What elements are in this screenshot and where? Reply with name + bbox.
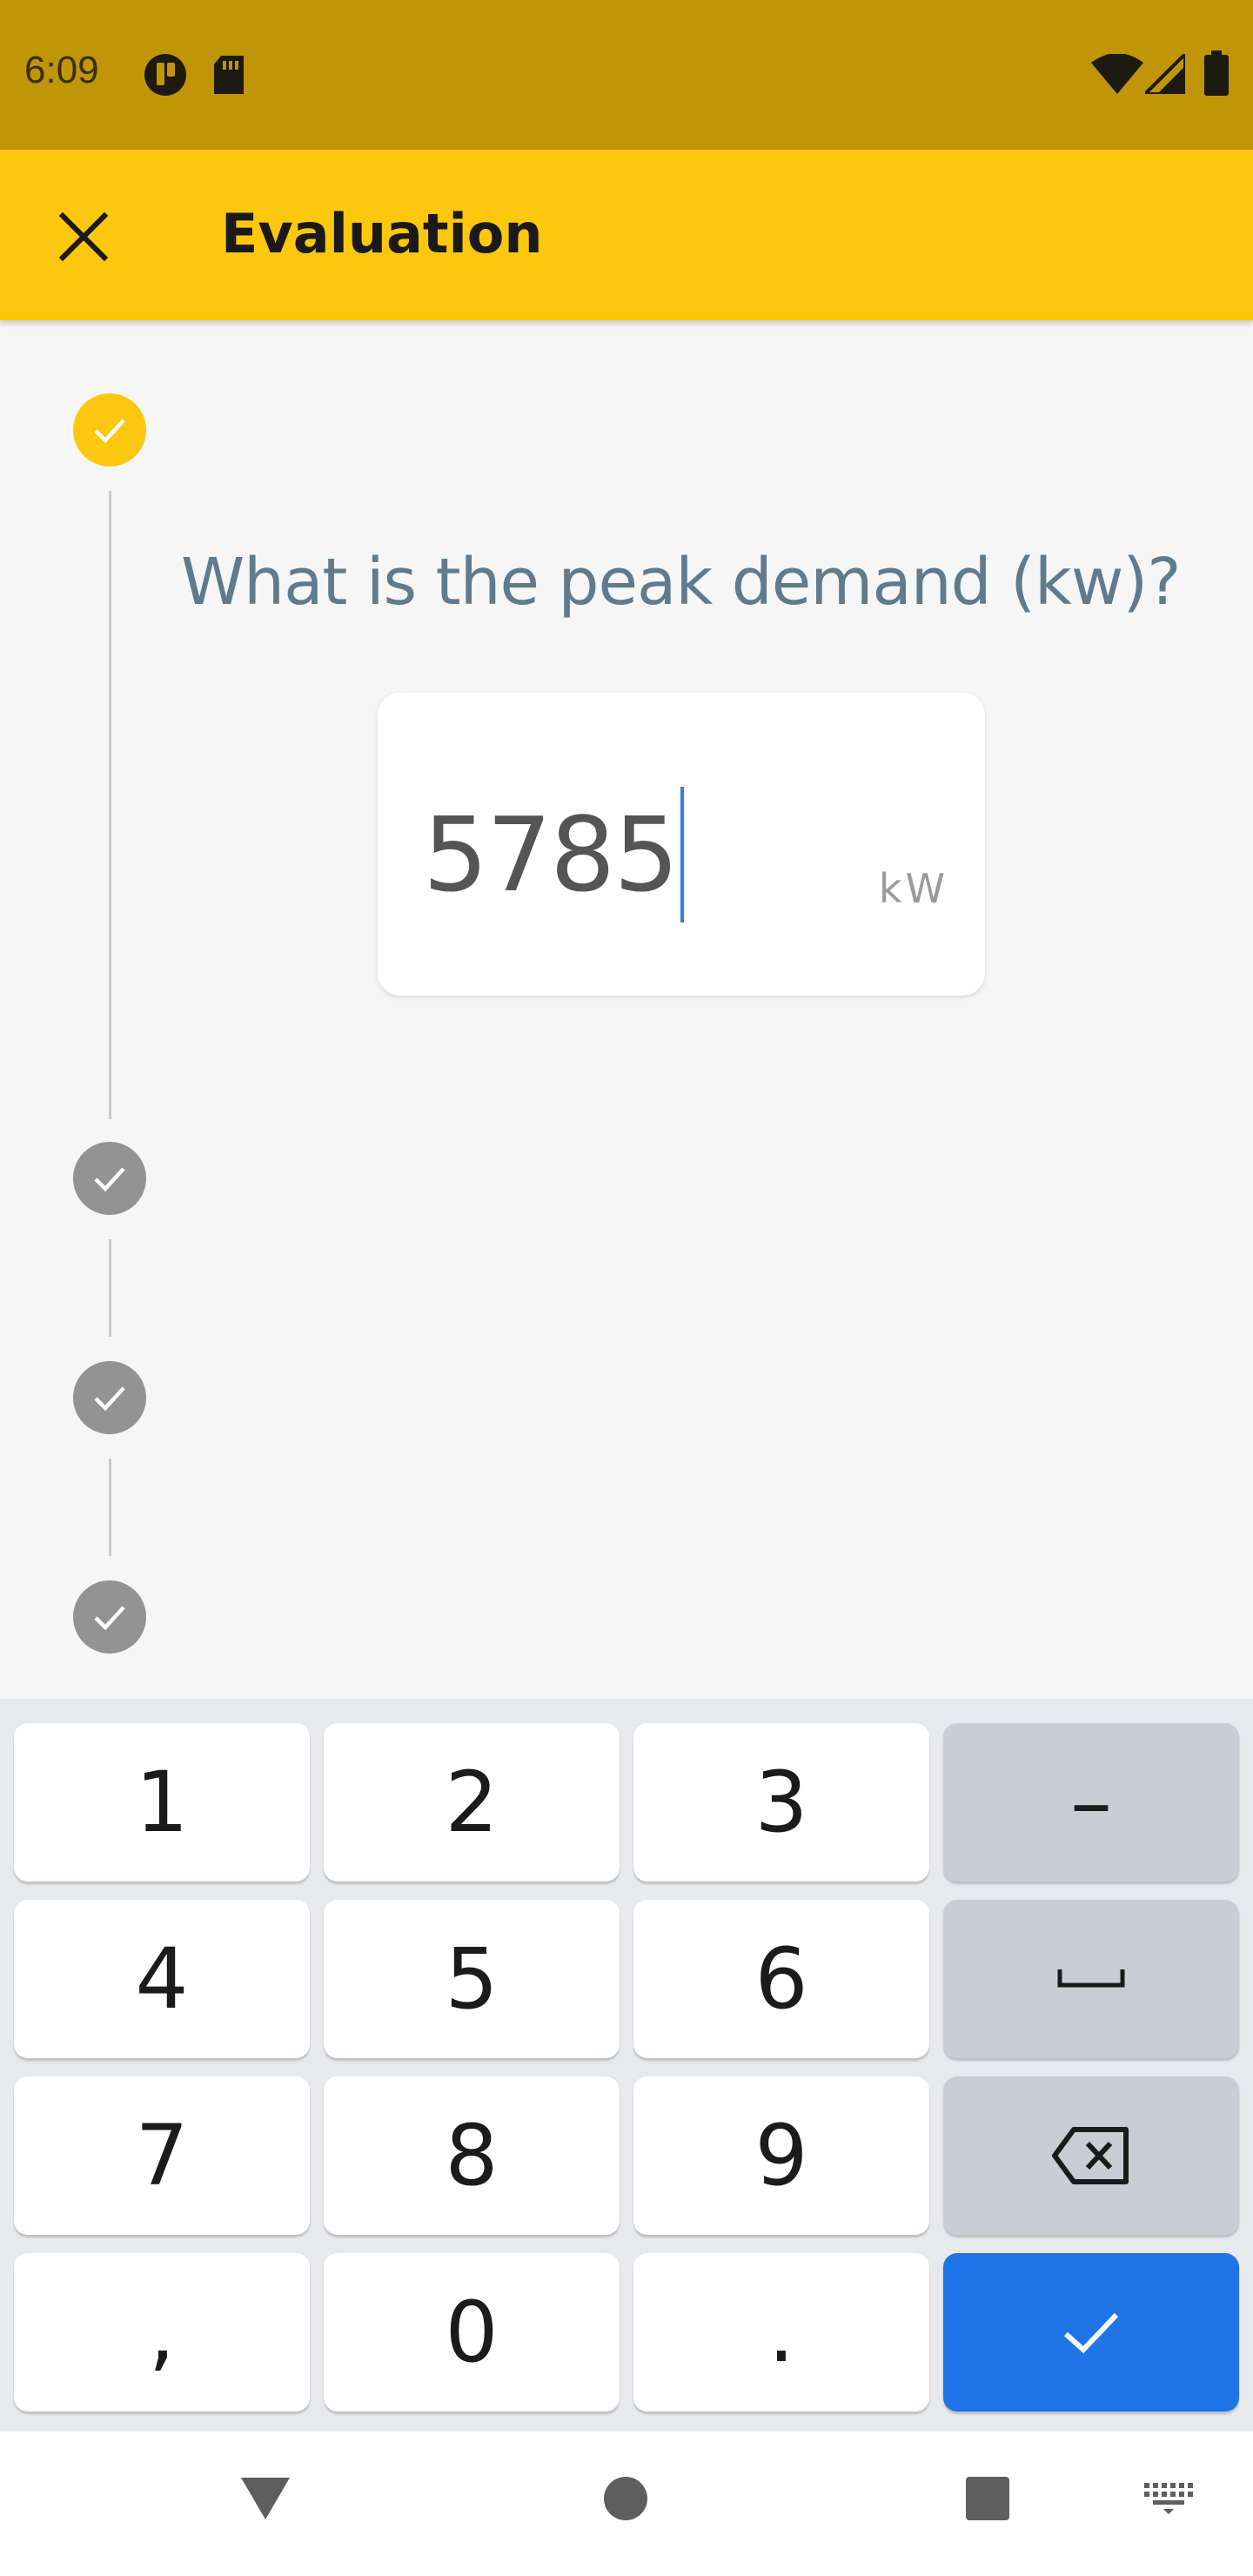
key-comma[interactable]: , — [14, 2253, 310, 2412]
unit-label: kW — [878, 865, 948, 912]
notification-app-icon — [143, 52, 188, 101]
battery-icon — [1204, 50, 1229, 99]
recents-button[interactable] — [950, 2461, 1025, 2536]
key-1[interactable]: 1 — [14, 1723, 310, 1882]
sd-card-icon — [211, 54, 247, 99]
backspace-key[interactable] — [943, 2076, 1239, 2235]
key-9[interactable]: 9 — [633, 2076, 929, 2235]
key-dash[interactable]: – — [943, 1723, 1239, 1882]
key-period[interactable]: . — [633, 2253, 929, 2412]
step-connector — [109, 491, 111, 1119]
key-6[interactable]: 6 — [633, 1900, 929, 2058]
key-2[interactable]: 2 — [324, 1723, 620, 1882]
status-bar: 6:09 — [0, 0, 1253, 150]
home-button[interactable] — [588, 2461, 663, 2536]
key-8[interactable]: 8 — [324, 2076, 620, 2235]
step-1-indicator[interactable] — [73, 393, 146, 466]
status-time: 6:09 — [24, 49, 99, 91]
home-icon — [604, 2477, 647, 2520]
text-caret — [680, 787, 685, 922]
peak-demand-input[interactable]: 5785 kW — [378, 693, 985, 996]
check-icon — [94, 1167, 125, 1192]
step-2-indicator[interactable] — [73, 1142, 146, 1215]
key-4[interactable]: 4 — [14, 1900, 310, 2058]
key-0[interactable]: 0 — [324, 2253, 620, 2412]
done-key[interactable] — [943, 2253, 1239, 2412]
input-value[interactable]: 5785 — [423, 795, 679, 915]
check-icon — [94, 1386, 125, 1412]
numeric-keyboard: 1 2 3 – 4 5 6 7 8 9 , 0 . — [0, 1699, 1253, 2432]
backspace-icon — [1052, 2127, 1129, 2184]
signal-icon — [1141, 50, 1187, 97]
recents-icon — [966, 2477, 1009, 2520]
system-nav-bar — [0, 2432, 1253, 2576]
check-icon — [1063, 2312, 1119, 2354]
keyboard-switch-button[interactable] — [1131, 2470, 1206, 2527]
check-icon — [94, 1606, 125, 1631]
step-connector — [109, 1239, 111, 1337]
space-key[interactable] — [943, 1900, 1239, 2058]
check-icon — [94, 419, 125, 444]
question-text: What is the peak demand (kw)? — [181, 545, 1182, 620]
page-title: Evaluation — [221, 202, 543, 265]
close-button[interactable] — [40, 193, 127, 280]
step-connector — [109, 1459, 111, 1556]
key-7[interactable]: 7 — [14, 2076, 310, 2235]
space-icon — [1057, 1969, 1125, 1988]
step-3-indicator[interactable] — [73, 1361, 146, 1434]
back-icon — [241, 2478, 290, 2519]
keyboard-switch-icon — [1144, 2483, 1193, 2514]
close-icon — [59, 212, 108, 261]
app-bar: Evaluation — [0, 150, 1253, 320]
key-5[interactable]: 5 — [324, 1900, 620, 2058]
wifi-icon — [1091, 53, 1143, 97]
step-4-indicator[interactable] — [73, 1580, 146, 1654]
input-value-wrapper[interactable]: 5785 — [423, 787, 685, 922]
back-button[interactable] — [228, 2461, 303, 2536]
key-3[interactable]: 3 — [633, 1723, 929, 1882]
